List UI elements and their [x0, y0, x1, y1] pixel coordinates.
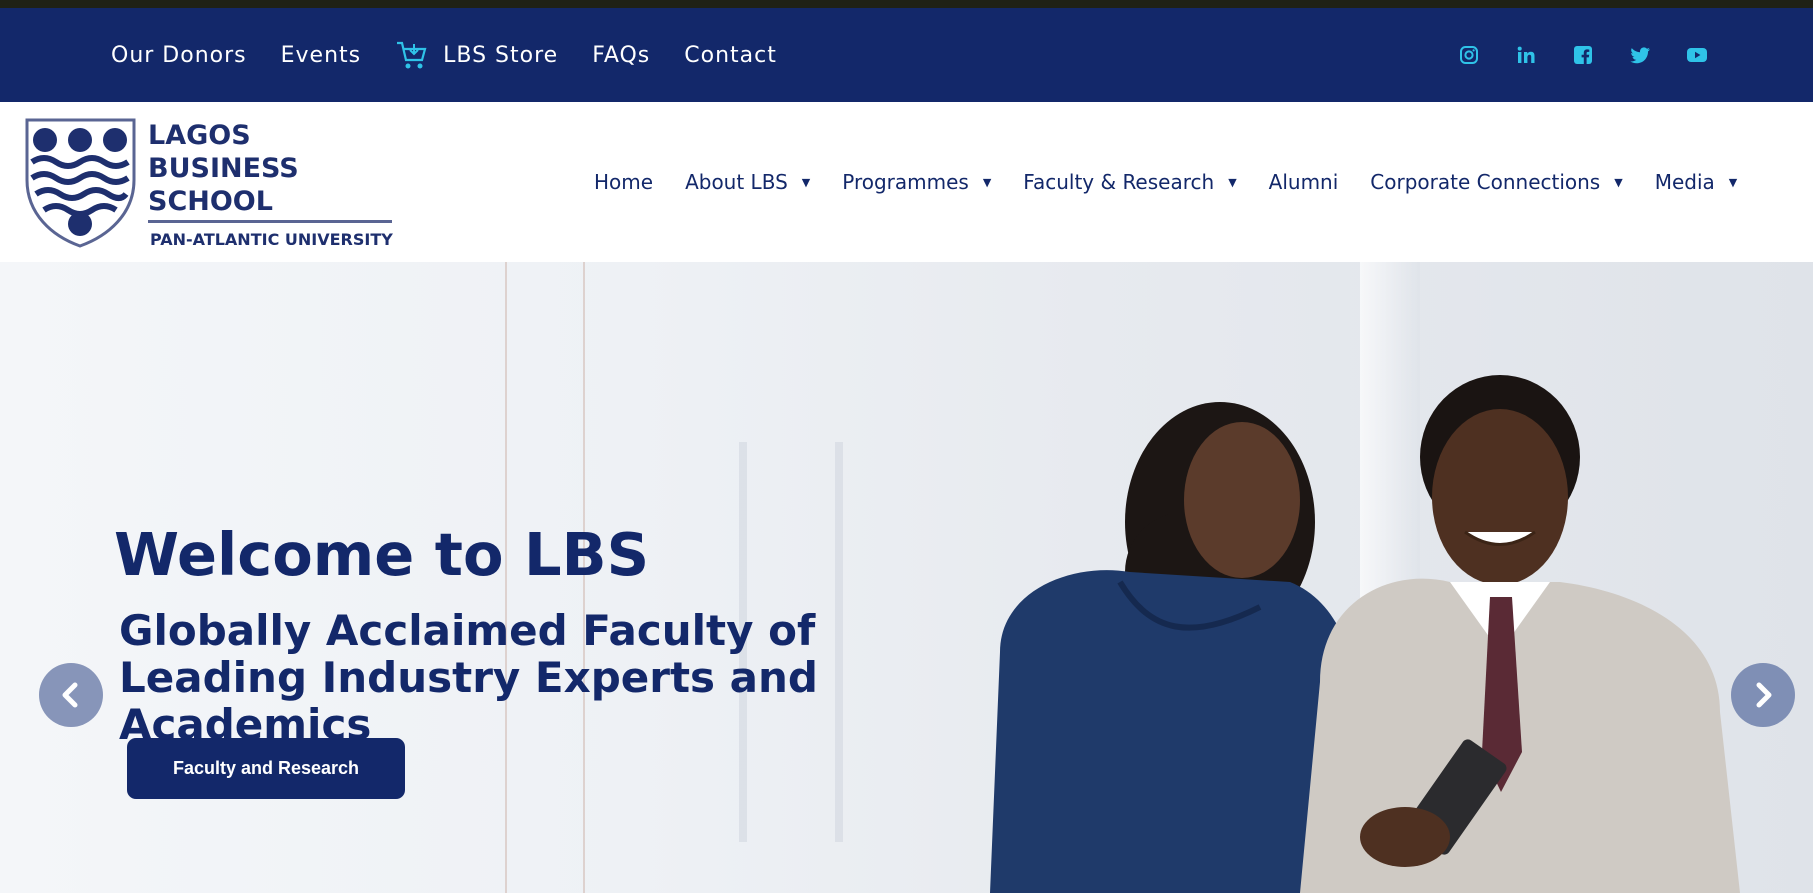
hero-title: Welcome to LBS: [114, 520, 650, 589]
caret-down-icon: ▼: [982, 175, 992, 189]
slider-prev-button[interactable]: [39, 663, 103, 727]
nav-item-media[interactable]: Media ▼: [1655, 170, 1738, 194]
linkedin-icon[interactable]: [1515, 44, 1537, 66]
hero-slider: Welcome to LBS Globally Acclaimed Facult…: [0, 262, 1813, 893]
top-link-our-donors[interactable]: Our Donors: [111, 43, 247, 68]
svg-text:BUSINESS: BUSINESS: [148, 153, 299, 184]
top-link-contact[interactable]: Contact: [684, 43, 777, 68]
site-header: LAGOS BUSINESS SCHOOL PAN-ATLANTIC UNIVE…: [0, 102, 1813, 262]
svg-text:SCHOOL: SCHOOL: [148, 186, 273, 217]
top-nav: Our Donors Events LBS Store FAQs Contact: [111, 8, 777, 102]
nav-item-programmes[interactable]: Programmes ▼: [842, 170, 991, 194]
lbs-logo[interactable]: LAGOS BUSINESS SCHOOL PAN-ATLANTIC UNIVE…: [24, 114, 396, 250]
top-bar: Our Donors Events LBS Store FAQs Contact: [0, 8, 1813, 102]
faculty-research-button[interactable]: Faculty and Research: [127, 738, 405, 799]
top-link-faqs[interactable]: FAQs: [592, 43, 650, 68]
shield-crest-icon: [25, 118, 136, 248]
caret-down-icon: ▼: [801, 175, 811, 189]
main-nav: Home About LBS ▼ Programmes ▼ Faculty & …: [594, 102, 1769, 262]
hero-subtitle-line-2: Leading Industry Experts and Academics: [119, 653, 818, 749]
svg-text:LAGOS: LAGOS: [148, 120, 251, 151]
twitter-icon[interactable]: [1629, 44, 1651, 66]
instagram-icon[interactable]: [1458, 44, 1480, 66]
nav-item-corporate-connections[interactable]: Corporate Connections ▼: [1370, 170, 1622, 194]
nav-item-faculty-research[interactable]: Faculty & Research ▼: [1023, 170, 1236, 194]
top-link-lbs-store[interactable]: LBS Store: [395, 39, 558, 71]
browser-top-strip: [0, 0, 1813, 8]
caret-down-icon: ▼: [1728, 175, 1738, 189]
hero-subtitle-line-1: Globally Acclaimed Faculty of: [119, 606, 816, 655]
social-links: [1458, 8, 1708, 102]
slider-next-button[interactable]: [1731, 663, 1795, 727]
chevron-right-icon: [1756, 682, 1772, 708]
cart-icon: [395, 39, 429, 71]
hero-subtitle: Globally Acclaimed Faculty of Leading In…: [119, 607, 999, 748]
svg-text:PAN-ATLANTIC UNIVERSITY: PAN-ATLANTIC UNIVERSITY: [150, 230, 393, 249]
nav-item-home[interactable]: Home: [594, 170, 653, 194]
chevron-left-icon: [62, 682, 78, 708]
youtube-icon[interactable]: [1686, 44, 1708, 66]
hero-photo-students: [990, 375, 1740, 893]
nav-item-about-lbs[interactable]: About LBS ▼: [685, 170, 810, 194]
facebook-icon[interactable]: [1572, 44, 1594, 66]
nav-item-alumni[interactable]: Alumni: [1269, 170, 1339, 194]
top-link-events[interactable]: Events: [281, 43, 362, 68]
caret-down-icon: ▼: [1228, 175, 1237, 189]
caret-down-icon: ▼: [1614, 175, 1623, 189]
